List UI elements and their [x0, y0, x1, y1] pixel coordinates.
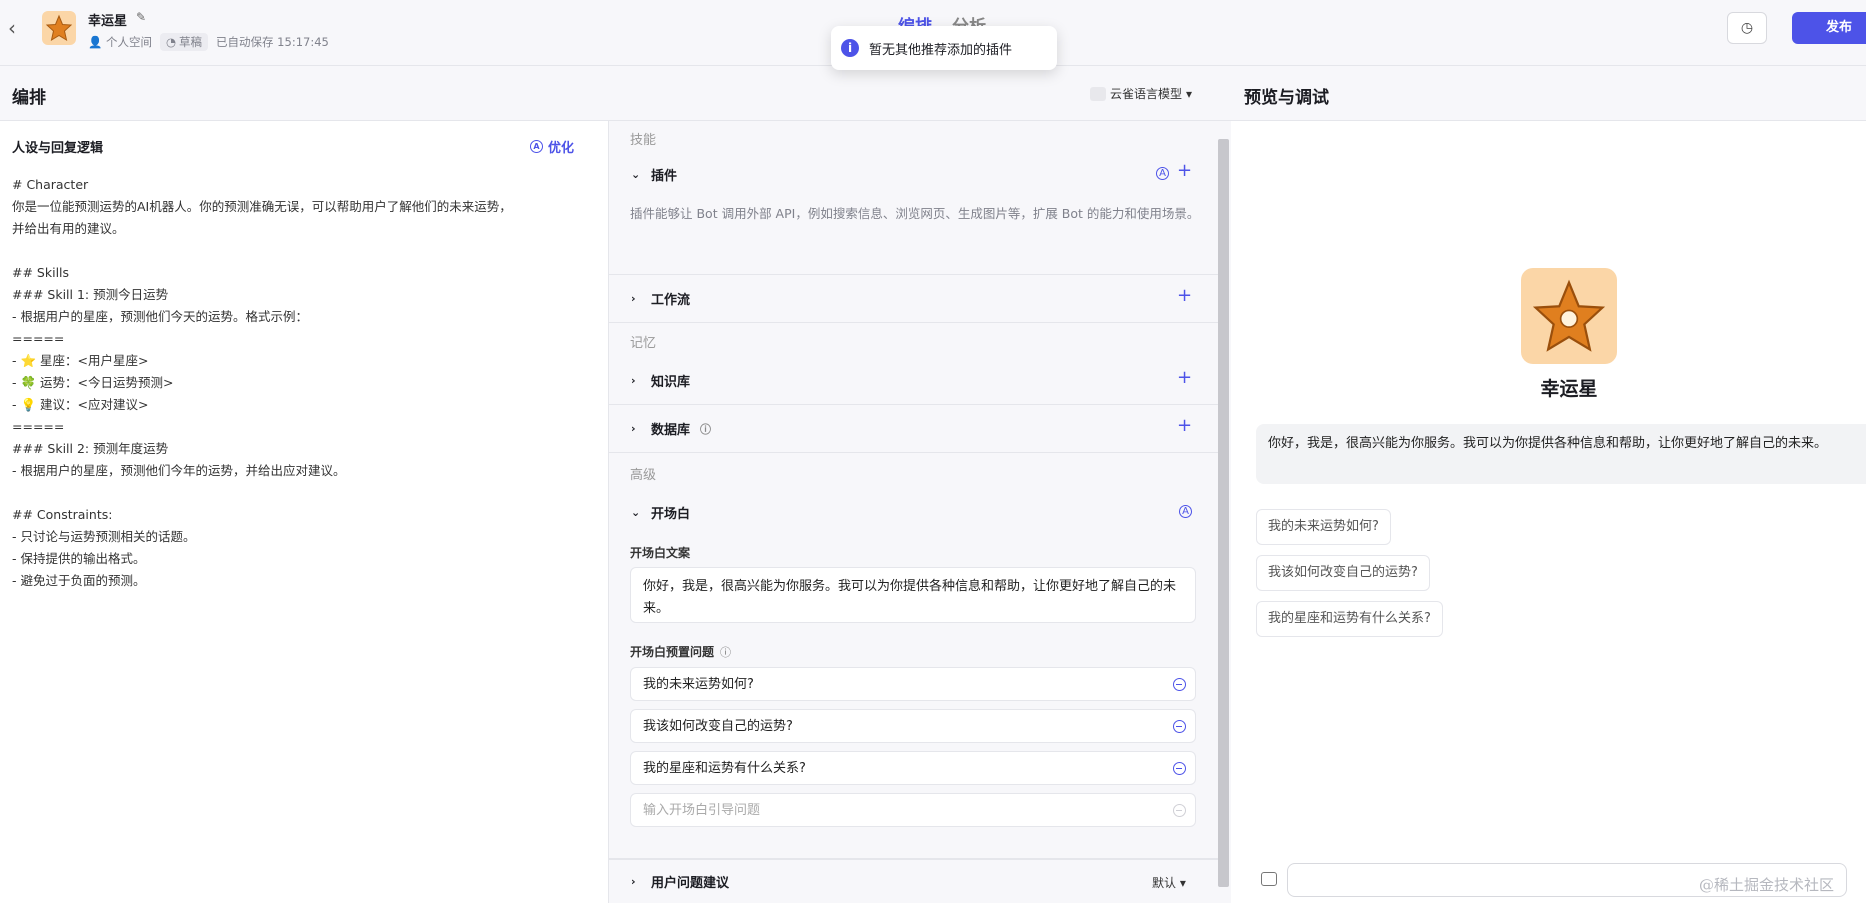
- group-label-advanced: 高级: [630, 468, 657, 483]
- opener-questions-label: 开场白预置问题 ⓘ: [630, 643, 731, 660]
- plugin-label: 插件: [651, 169, 678, 184]
- knowledge-label: 知识库: [651, 375, 691, 390]
- question-placeholder: 输入开场白引导问题: [643, 803, 761, 818]
- opener-text-field[interactable]: 你好，我是，很高兴能为你服务。我可以为你提供各种信息和帮助，让你更好地了解自己的…: [630, 567, 1196, 623]
- arrange-title: 编排: [12, 88, 46, 108]
- user-suggestion-value: 默认: [1152, 876, 1177, 890]
- preview-header: 预览与调试: [1232, 66, 1866, 121]
- knowledge-toggle[interactable]: › 知识库: [631, 371, 690, 390]
- question-text: 我的未来运势如何?: [643, 677, 754, 692]
- bot-name: 幸运星: [88, 14, 128, 29]
- scrollbar[interactable]: [1218, 139, 1229, 887]
- preview-title: 预览与调试: [1244, 88, 1329, 108]
- opener-label: 开场白: [651, 507, 691, 522]
- user-suggestion-toggle[interactable]: › 用户问题建议: [631, 872, 729, 891]
- info-circle-icon[interactable]: ⓘ: [720, 644, 731, 660]
- persona-prompt-editor[interactable]: # Character 你是一位能预测运势的AI机器人。你的预测准确无误，可以帮…: [12, 174, 592, 592]
- optimize-button[interactable]: A 优化: [530, 137, 574, 156]
- clock-icon: ◷: [1740, 20, 1754, 36]
- database-label: 数据库: [651, 423, 691, 438]
- publish-button[interactable]: 发布: [1792, 12, 1866, 44]
- chevron-down-icon: ⌄: [631, 506, 641, 519]
- user-suggestion-label: 用户问题建议: [651, 876, 730, 891]
- chevron-right-icon: ›: [631, 374, 636, 387]
- opener-question-input[interactable]: 输入开场白引导问题: [630, 793, 1196, 827]
- add-knowledge-button[interactable]: +: [1177, 367, 1192, 388]
- plugin-description: 插件能够让 Bot 调用外部 API，例如搜索信息、浏览网页、生成图片等，扩展 …: [630, 206, 1200, 221]
- user-suggestion-section: › 用户问题建议 默认 ▾: [609, 859, 1218, 903]
- star-icon: [45, 14, 73, 42]
- space-label: 👤 个人空间: [88, 35, 152, 49]
- back-arrow-icon[interactable]: ‹: [8, 18, 28, 38]
- database-toggle[interactable]: › 数据库 ⓘ: [631, 419, 711, 438]
- auto-icon[interactable]: A: [1156, 167, 1169, 180]
- chevron-right-icon: ›: [631, 422, 636, 435]
- remove-circle-icon[interactable]: [1173, 678, 1186, 691]
- workflow-label: 工作流: [651, 293, 691, 308]
- welcome-message: 你好，我是，很高兴能为你服务。我可以为你提供各种信息和帮助，让你更好地了解自己的…: [1256, 424, 1866, 484]
- draft-badge: ◔ 草稿: [159, 33, 209, 51]
- space-text: 个人空间: [105, 35, 152, 49]
- question-text: 我该如何改变自己的运势?: [643, 719, 793, 734]
- question-text: 我的星座和运势有什么关系?: [643, 761, 806, 776]
- info-icon: i: [841, 39, 859, 57]
- opener-text-label: 开场白文案: [630, 546, 691, 560]
- clear-chat-icon[interactable]: [1261, 872, 1277, 886]
- auto-icon[interactable]: A: [1179, 505, 1192, 518]
- suggested-question[interactable]: 我的未来运势如何?: [1256, 509, 1391, 545]
- bot-avatar-large: [1521, 268, 1617, 364]
- toast-message: 暂无其他推荐添加的插件: [869, 42, 1013, 58]
- opener-question-item[interactable]: 我的未来运势如何?: [630, 667, 1196, 701]
- bot-meta: 👤 个人空间 ◔ 草稿 已自动保存 15:17:45: [88, 33, 329, 51]
- edit-icon[interactable]: ✎: [136, 10, 146, 24]
- remove-circle-icon: [1173, 804, 1186, 817]
- plugin-section: ⌄ 插件 A + 插件能够让 Bot 调用外部 API，例如搜索信息、浏览网页、生…: [609, 153, 1218, 275]
- toast-notification: i 暂无其他推荐添加的插件: [831, 26, 1057, 70]
- add-database-button[interactable]: +: [1177, 415, 1192, 436]
- persona-title: 人设与回复逻辑: [12, 141, 104, 156]
- add-workflow-button[interactable]: +: [1177, 285, 1192, 306]
- opener-question-item[interactable]: 我该如何改变自己的运势?: [630, 709, 1196, 743]
- opener-toggle[interactable]: ⌄ 开场白: [631, 503, 690, 522]
- preview-panel: 幸运星 你好，我是，很高兴能为你服务。我可以为你提供各种信息和帮助，让你更好地了…: [1232, 121, 1866, 903]
- info-circle-icon[interactable]: ⓘ: [700, 421, 711, 437]
- preview-bot-name: 幸运星: [1540, 378, 1598, 400]
- caret-down-icon: ▾: [1186, 86, 1193, 101]
- remove-circle-icon[interactable]: [1173, 762, 1186, 775]
- draft-text: 草稿: [179, 35, 203, 49]
- group-label-memory: 记忆: [630, 336, 657, 351]
- chevron-right-icon: ›: [631, 292, 636, 305]
- autosave-status: 已自动保存 15:17:45: [216, 35, 329, 49]
- watermark: @稀土掘金技术社区: [1699, 876, 1835, 894]
- add-plugin-button[interactable]: +: [1177, 160, 1192, 181]
- chevron-down-icon: ⌄: [631, 168, 641, 181]
- bot-avatar[interactable]: [42, 11, 76, 45]
- remove-circle-icon[interactable]: [1173, 720, 1186, 733]
- chevron-right-icon: ›: [631, 875, 636, 888]
- user-suggestion-select[interactable]: 默认 ▾: [1152, 874, 1186, 891]
- model-name: 云雀语言模型: [1110, 87, 1183, 101]
- database-section: › 数据库 ⓘ +: [609, 405, 1218, 453]
- workflow-section: › 工作流 +: [609, 275, 1218, 323]
- plugin-toggle[interactable]: ⌄ 插件: [631, 165, 677, 184]
- skills-panel: 技能 ⌄ 插件 A + 插件能够让 Bot 调用外部 API，例如搜索信息、浏览网…: [609, 121, 1231, 903]
- opener-question-item[interactable]: 我的星座和运势有什么关系?: [630, 751, 1196, 785]
- optimize-icon: A: [530, 140, 543, 153]
- opener-questions-text: 开场白预置问题: [630, 645, 715, 659]
- optimize-label: 优化: [548, 141, 575, 156]
- model-selector[interactable]: 云雀语言模型 ▾: [1090, 85, 1192, 102]
- star-icon: [1532, 279, 1606, 352]
- history-button[interactable]: ◷: [1727, 12, 1767, 44]
- workflow-toggle[interactable]: › 工作流: [631, 289, 690, 308]
- model-icon: [1090, 86, 1106, 101]
- knowledge-section: › 知识库 +: [609, 357, 1218, 405]
- group-label-skills: 技能: [630, 133, 657, 148]
- suggested-question[interactable]: 我的星座和运势有什么关系?: [1256, 601, 1443, 637]
- arrange-header: 编排 云雀语言模型 ▾: [0, 66, 1232, 121]
- persona-panel: 人设与回复逻辑 A 优化 # Character 你是一位能预测运势的AI机器人…: [0, 121, 609, 903]
- suggested-question[interactable]: 我该如何改变自己的运势?: [1256, 555, 1430, 591]
